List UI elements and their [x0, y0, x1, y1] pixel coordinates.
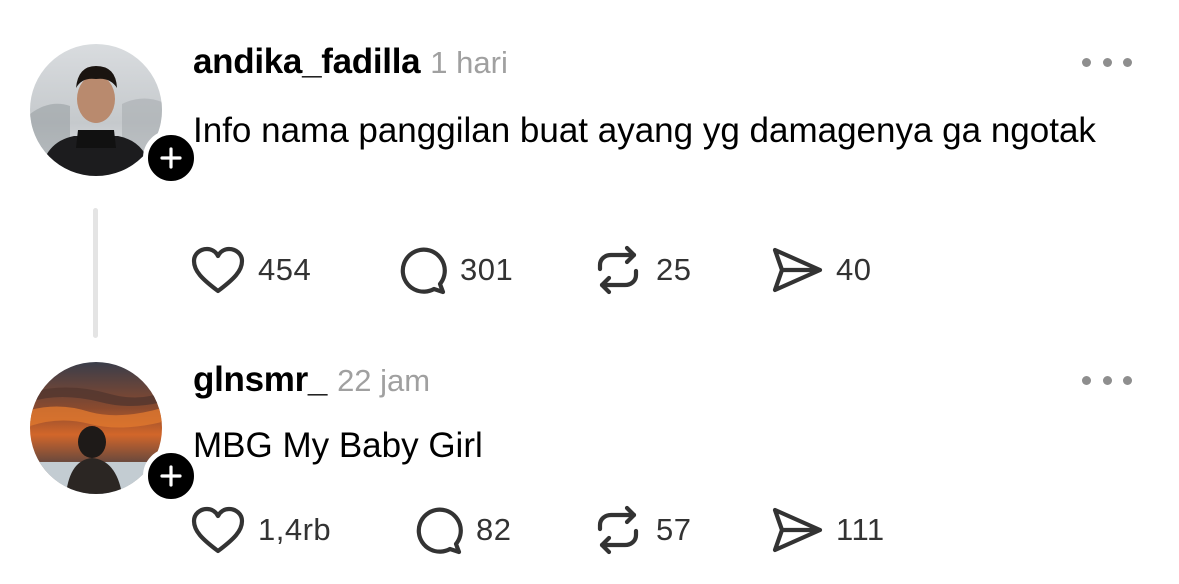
more-options-button[interactable] [1082, 370, 1132, 390]
share-button[interactable]: 111 [770, 502, 885, 558]
repost-button[interactable]: 57 [592, 502, 691, 558]
repost-button[interactable]: 25 [592, 242, 691, 298]
heart-icon [191, 506, 245, 554]
more-dots-icon [1082, 375, 1091, 385]
like-button[interactable]: 1,4rb [190, 502, 331, 558]
plus-icon [160, 147, 182, 169]
timestamp[interactable]: 1 hari [430, 45, 508, 81]
comment-bubble-icon [400, 247, 447, 295]
post: andika_fadilla 1 hari Info nama panggila… [0, 0, 1179, 340]
repost-icon [597, 505, 639, 555]
share-count: 111 [836, 512, 885, 547]
share-count: 40 [836, 252, 872, 287]
reply-button[interactable]: 82 [412, 502, 511, 558]
post-text: MBG My Baby Girl [193, 426, 483, 465]
timestamp[interactable]: 22 jam [337, 363, 430, 399]
reply-count: 301 [460, 252, 514, 287]
more-dots-icon [1082, 57, 1091, 67]
like-count: 454 [258, 252, 312, 287]
send-icon [772, 507, 823, 553]
like-count: 1,4rb [258, 512, 332, 547]
avatar-container[interactable] [30, 44, 199, 186]
post: glnsmr_ 22 jam MBG My Baby Girl 1,4rb 82 [0, 340, 1179, 584]
reply-button[interactable]: 301 [396, 242, 513, 298]
share-button[interactable]: 40 [770, 242, 871, 298]
send-icon [772, 247, 823, 293]
repost-count: 57 [656, 512, 692, 547]
post-header: andika_fadilla 1 hari [193, 42, 508, 82]
repost-icon [597, 245, 639, 295]
follow-button[interactable] [143, 448, 199, 504]
plus-icon [160, 465, 182, 487]
avatar-container[interactable] [30, 362, 199, 504]
heart-icon [191, 246, 245, 294]
more-options-button[interactable] [1082, 52, 1132, 72]
thread-line [93, 208, 98, 338]
post-header: glnsmr_ 22 jam [193, 360, 430, 400]
follow-button[interactable] [143, 130, 199, 186]
reply-count: 82 [476, 512, 512, 547]
comment-bubble-icon [416, 507, 463, 555]
username[interactable]: glnsmr_ [193, 360, 327, 400]
username[interactable]: andika_fadilla [193, 42, 421, 82]
post-text: Info nama panggilan buat ayang yg damage… [193, 111, 1096, 150]
repost-count: 25 [656, 252, 692, 287]
like-button[interactable]: 454 [190, 242, 311, 298]
